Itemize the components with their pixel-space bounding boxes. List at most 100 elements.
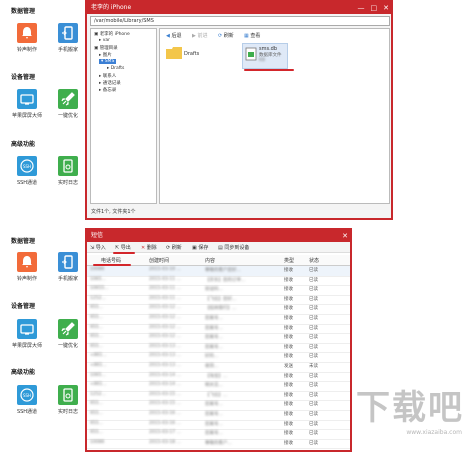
cell-time: 2015-03-12 ... xyxy=(149,315,181,320)
cell-status: 已读 xyxy=(309,344,318,350)
cell-content: 【飞信】... xyxy=(205,392,228,398)
screen-cast-icon xyxy=(20,324,34,335)
cell-content: 【飞信】您好... xyxy=(205,296,237,302)
log-tile[interactable] xyxy=(58,156,78,176)
cell-time: 2015-03-12 ... xyxy=(149,324,181,330)
maximize-icon[interactable]: □ xyxy=(371,3,378,13)
sync-icon: ▤ xyxy=(218,245,223,251)
cell-content: 您尾号... xyxy=(205,412,223,417)
column-header-content[interactable]: 内容 xyxy=(205,257,215,264)
cell-phone: +861... xyxy=(90,353,107,359)
file-list-pane: ◀ 后退 ▶ 前进 ⟳ 刷新 ▦ 查看 Drafts sms.db 数据库文件 … xyxy=(159,28,390,204)
save-button[interactable]: ▣ 保存 xyxy=(192,244,208,251)
bell-tile[interactable] xyxy=(17,23,37,43)
column-header-status[interactable]: 状态 xyxy=(309,257,319,264)
file-window-titlebar: 老李的 iPhone — □ ✕ xyxy=(87,2,391,14)
tree-item[interactable]: ▸ 联系人 xyxy=(99,73,116,79)
cell-content: 明天见... xyxy=(205,383,223,389)
tree-item[interactable]: ▸ 备忘录 xyxy=(99,87,116,93)
close-icon[interactable]: ✕ xyxy=(342,231,348,241)
view-icon: ▦ xyxy=(244,33,249,39)
ssh-icon: SSH xyxy=(20,388,34,402)
phone-move-tile[interactable] xyxy=(58,23,78,43)
cell-status: 已读 xyxy=(309,316,318,321)
close-icon[interactable]: ✕ xyxy=(383,3,389,13)
cell-content: 您尾号... xyxy=(205,344,223,350)
cell-phone: +861... xyxy=(90,382,107,388)
ssh-tile[interactable]: SSH xyxy=(17,156,37,176)
tile-label: 实时日志 xyxy=(57,409,78,415)
cell-time: 2015-03-12 ... xyxy=(149,334,181,340)
cell-phone: 955... xyxy=(90,315,103,320)
cell-time: 2015-03-17 ... xyxy=(149,430,181,436)
file-browser-window: 老李的 iPhone — □ ✕ /var/mobile/Library/SMS… xyxy=(85,0,393,220)
cell-time: 2015-03-13 ... xyxy=(149,343,181,349)
tree-item-selected[interactable]: ▾ SMS xyxy=(99,59,117,64)
refresh-button[interactable]: ⟳ 刷新 xyxy=(218,32,234,39)
column-header-phone[interactable]: 电话号码 xyxy=(101,257,121,264)
tree-item[interactable]: ▸ Drafts xyxy=(107,66,124,71)
rocket-tile[interactable] xyxy=(58,89,78,109)
cell-content: 您尾号... xyxy=(205,316,223,321)
export-button[interactable]: ⇱ 导出 xyxy=(115,244,131,251)
cell-time: 2015-03-13 ... xyxy=(149,353,181,359)
section-title-data: 数据管理 xyxy=(11,238,36,245)
screen-cast-tile[interactable] xyxy=(17,319,37,339)
path-bar[interactable]: /var/mobile/Library/SMS xyxy=(90,16,390,26)
cell-type: 接收 xyxy=(284,344,293,350)
bell-tile[interactable] xyxy=(17,252,37,272)
cell-type: 接收 xyxy=(284,383,293,389)
forward-icon: ▶ xyxy=(192,33,196,39)
cell-phone: 955... xyxy=(90,420,103,426)
cell-type: 接收 xyxy=(284,296,293,302)
cell-time: 2015-03-15 ... xyxy=(149,391,181,397)
tree-item[interactable]: ▣ 老李的 iPhone xyxy=(94,31,130,37)
cell-time: 2015-03-12 ... xyxy=(149,305,181,311)
tile-label: 一键优化 xyxy=(57,113,78,119)
tile-label: SSH通道 xyxy=(16,180,38,186)
section-title-device: 设备管理 xyxy=(11,74,36,81)
window-title: 老李的 iPhone xyxy=(91,4,132,11)
ssh-tile[interactable]: SSH xyxy=(17,385,37,405)
log-tile[interactable] xyxy=(58,385,78,405)
cell-content: 收到... xyxy=(205,364,219,369)
cell-type: 接收 xyxy=(284,268,293,273)
directory-tree: ▣ 老李的 iPhone ▸ var ▣ 管理目录 ▸ 图片 ▾ SMS ▸ D… xyxy=(90,28,157,204)
refresh-button[interactable]: ⟳ 刷新 xyxy=(166,244,182,251)
screen-cast-tile[interactable] xyxy=(17,89,37,109)
tree-item[interactable]: ▸ 图片 xyxy=(99,52,112,58)
tile-label: 铃声制作 xyxy=(16,276,37,282)
cell-time: 2015-03-10 ... xyxy=(149,267,181,272)
tree-item[interactable]: ▸ 通话记录 xyxy=(99,80,121,86)
forward-button[interactable]: ▶ 前进 xyxy=(192,32,207,39)
cell-phone: 955... xyxy=(90,430,103,436)
cell-type: 接收 xyxy=(284,392,293,398)
refresh-icon: ⟳ xyxy=(166,245,171,251)
watermark: 下载吧 www.xiazaiba.com xyxy=(356,380,468,448)
column-header-type[interactable]: 类型 xyxy=(284,257,294,264)
file-item-selected[interactable]: sms.db 数据库文件 KB xyxy=(242,43,288,69)
folder-item[interactable]: Drafts xyxy=(166,47,206,67)
rocket-tile[interactable] xyxy=(58,319,78,339)
table-row[interactable]: 10086 2015-03-18 ... 尊敬的客户... 接收 已读 xyxy=(87,439,350,450)
view-button[interactable]: ▦ 查看 xyxy=(244,32,260,39)
cell-status: 已读 xyxy=(309,383,318,389)
cell-type: 发送 xyxy=(284,364,293,369)
back-icon: ◀ xyxy=(166,33,170,39)
folder-icon xyxy=(166,47,182,59)
column-header-time[interactable]: 创建时间 xyxy=(149,257,169,264)
tile-label: 苹果屏屏大师 xyxy=(11,113,42,119)
cell-type: 接收 xyxy=(284,431,293,437)
tree-item[interactable]: ▸ var xyxy=(99,38,110,43)
phone-move-tile[interactable] xyxy=(58,252,78,272)
delete-button[interactable]: ✕ 删除 xyxy=(141,244,157,251)
minimize-icon[interactable]: — xyxy=(358,3,365,13)
import-button[interactable]: ⇲ 导入 xyxy=(90,244,106,251)
back-button[interactable]: ◀ 后退 xyxy=(166,32,181,39)
cell-phone: 1065... xyxy=(90,276,106,282)
sync-button[interactable]: ▤ 同步到设备 xyxy=(218,244,249,251)
cell-phone: 10086 xyxy=(90,439,105,445)
tree-item[interactable]: ▣ 管理目录 xyxy=(94,45,118,51)
window-title: 短信 xyxy=(91,232,104,239)
cell-content: 您尾号... xyxy=(205,431,223,437)
